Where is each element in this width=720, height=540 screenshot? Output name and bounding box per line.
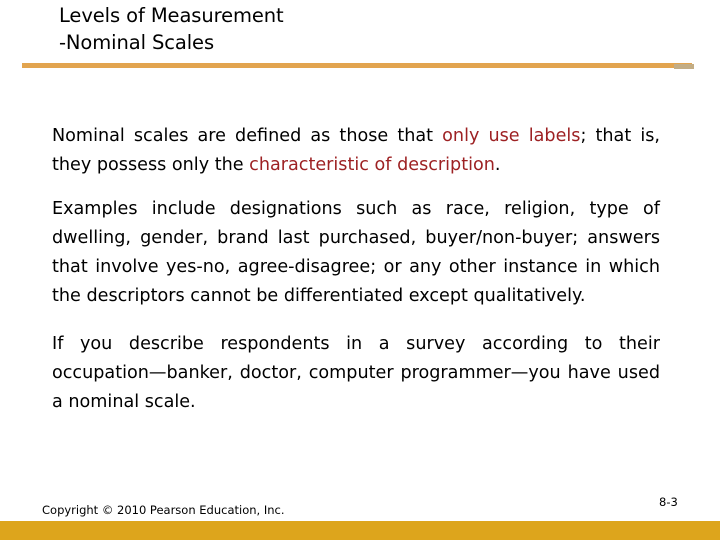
slide-body: Nominal scales are defined as those that… (52, 122, 660, 417)
paragraph-1-highlight-2: characteristic of description (249, 155, 495, 175)
footer-copyright-text: Copyright © 2010 Pearson Education, Inc. (42, 503, 285, 517)
body-paragraph-3: If you describe respondents in a survey … (52, 334, 660, 412)
footer-accent-bar (0, 521, 720, 540)
body-paragraph-2: Examples include designations such as ra… (52, 199, 660, 306)
slide-title-line-2: -Nominal Scales (59, 31, 215, 54)
slide-canvas: Levels of Measurement -Nominal Scales No… (0, 0, 720, 540)
slide-title-line-1: Levels of Measurement (59, 4, 284, 27)
slide-title: Levels of Measurement -Nominal Scales (59, 2, 679, 56)
paragraph-1-segment-1: Nominal scales are defined as those that (52, 126, 443, 146)
footer-page-number: 8-3 (659, 495, 678, 509)
paragraph-1-segment-3: . (494, 155, 501, 175)
paragraph-1-highlight-1: only use labels (442, 126, 581, 146)
body-paragraph-1: Nominal scales are defined as those that… (52, 122, 660, 180)
title-divider-rule-tail (674, 64, 694, 69)
title-divider-rule (22, 63, 692, 68)
